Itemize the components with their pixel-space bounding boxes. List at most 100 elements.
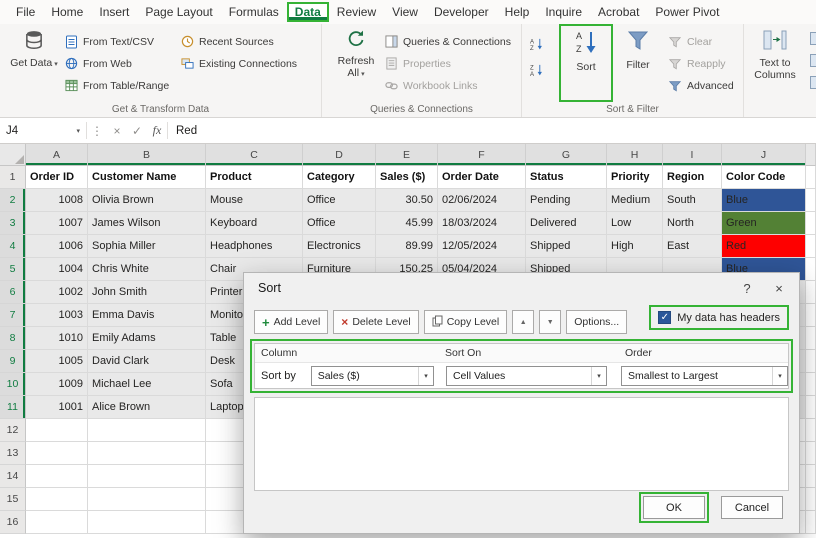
cell[interactable] xyxy=(806,442,816,465)
cell[interactable]: 1001 xyxy=(26,396,88,419)
cell[interactable]: Color Code xyxy=(722,166,806,189)
cell[interactable] xyxy=(88,465,206,488)
ok-button[interactable]: OK xyxy=(643,496,705,519)
tab-page-layout[interactable]: Page Layout xyxy=(137,2,220,22)
tab-insert[interactable]: Insert xyxy=(91,2,137,22)
enter-icon[interactable]: ✓ xyxy=(127,118,147,143)
tab-acrobat[interactable]: Acrobat xyxy=(590,2,647,22)
sort-za-button[interactable]: ZA xyxy=(530,59,544,80)
cell[interactable]: James Wilson xyxy=(88,212,206,235)
copy-level-button[interactable]: Copy Level xyxy=(424,310,508,334)
clear-filter-button[interactable]: Clear xyxy=(668,31,712,52)
cell[interactable]: Emily Adams xyxy=(88,327,206,350)
cell[interactable] xyxy=(26,419,88,442)
order-dropdown[interactable]: Smallest to Largest ▾ xyxy=(621,366,788,386)
column-header-G[interactable]: G xyxy=(526,144,607,166)
row-header-3[interactable]: 3 xyxy=(0,212,26,235)
cell[interactable] xyxy=(806,258,816,281)
sort-on-dropdown[interactable]: Cell Values ▾ xyxy=(446,366,607,386)
insert-function-icon[interactable]: fx xyxy=(147,118,167,143)
recent-sources-button[interactable]: Recent Sources xyxy=(180,31,274,52)
move-up-button[interactable]: ▲ xyxy=(512,310,534,334)
row-header-12[interactable]: 12 xyxy=(0,419,26,442)
data-validation-icon[interactable] xyxy=(810,76,816,89)
row-header-1[interactable]: 1 xyxy=(0,166,26,189)
cell[interactable] xyxy=(26,511,88,534)
get-data-button[interactable]: Get Data▾ xyxy=(8,29,60,97)
row-header-2[interactable]: 2 xyxy=(0,189,26,212)
tab-help[interactable]: Help xyxy=(497,2,538,22)
cell[interactable]: Pending xyxy=(526,189,607,212)
tab-developer[interactable]: Developer xyxy=(426,2,497,22)
cell[interactable]: High xyxy=(607,235,663,258)
cell[interactable] xyxy=(806,235,816,258)
cell[interactable]: 89.99 xyxy=(376,235,438,258)
close-icon[interactable]: × xyxy=(763,275,795,301)
cell[interactable]: Keyboard xyxy=(206,212,303,235)
tab-power-pivot[interactable]: Power Pivot xyxy=(647,2,727,22)
cell[interactable]: 18/03/2024 xyxy=(438,212,526,235)
cell[interactable]: Green xyxy=(722,212,806,235)
sort-dialog-titlebar[interactable]: Sort ? × xyxy=(244,273,799,303)
row-header-10[interactable]: 10 xyxy=(0,373,26,396)
cell[interactable]: Sales ($) xyxy=(376,166,438,189)
add-level-button[interactable]: + Add Level xyxy=(254,310,328,334)
cell[interactable]: 1008 xyxy=(26,189,88,212)
cell[interactable]: Category xyxy=(303,166,376,189)
column-header-C[interactable]: C xyxy=(206,144,303,166)
sort-az-button[interactable]: AZ xyxy=(530,33,544,54)
row-header-7[interactable]: 7 xyxy=(0,304,26,327)
text-to-columns-button[interactable]: Text to Columns xyxy=(746,29,804,97)
column-header-F[interactable]: F xyxy=(438,144,526,166)
cell[interactable]: Region xyxy=(663,166,722,189)
cell[interactable] xyxy=(806,281,816,304)
from-web-button[interactable]: From Web xyxy=(64,53,132,74)
cell[interactable]: Red xyxy=(722,235,806,258)
cell[interactable]: 1003 xyxy=(26,304,88,327)
row-header-5[interactable]: 5 xyxy=(0,258,26,281)
cell[interactable] xyxy=(806,396,816,419)
queries-connections-button[interactable]: Queries & Connections xyxy=(384,31,511,52)
from-text-csv-button[interactable]: From Text/CSV xyxy=(64,31,154,52)
cell[interactable]: David Clark xyxy=(88,350,206,373)
cell[interactable]: Status xyxy=(526,166,607,189)
cell[interactable]: Mouse xyxy=(206,189,303,212)
cell[interactable] xyxy=(806,212,816,235)
row-header-4[interactable]: 4 xyxy=(0,235,26,258)
name-box[interactable]: J4 ▾ xyxy=(0,118,86,143)
column-header-E[interactable]: E xyxy=(376,144,438,166)
tab-home[interactable]: Home xyxy=(43,2,91,22)
row-header-15[interactable]: 15 xyxy=(0,488,26,511)
cancel-button[interactable]: Cancel xyxy=(721,496,783,519)
cell[interactable]: Delivered xyxy=(526,212,607,235)
cell[interactable] xyxy=(88,511,206,534)
cell[interactable]: North xyxy=(663,212,722,235)
tab-file[interactable]: File xyxy=(8,2,43,22)
row-header-11[interactable]: 11 xyxy=(0,396,26,419)
cell[interactable]: Electronics xyxy=(303,235,376,258)
cell[interactable]: Office xyxy=(303,212,376,235)
help-icon[interactable]: ? xyxy=(731,275,763,301)
cell[interactable] xyxy=(806,373,816,396)
cell[interactable]: Olivia Brown xyxy=(88,189,206,212)
chevron-down-icon[interactable]: ▾ xyxy=(76,127,80,135)
cell[interactable]: 1002 xyxy=(26,281,88,304)
column-header-J[interactable]: J xyxy=(722,144,806,166)
cell[interactable]: Priority xyxy=(607,166,663,189)
formula-input[interactable]: Red xyxy=(168,118,816,143)
from-table-range-button[interactable]: From Table/Range xyxy=(64,75,169,96)
column-header-I[interactable]: I xyxy=(663,144,722,166)
cell[interactable] xyxy=(26,442,88,465)
cell[interactable]: Chris White xyxy=(88,258,206,281)
cell[interactable]: Customer Name xyxy=(88,166,206,189)
cell[interactable]: Michael Lee xyxy=(88,373,206,396)
cell[interactable]: 12/05/2024 xyxy=(438,235,526,258)
existing-connections-button[interactable]: Existing Connections xyxy=(180,53,297,74)
sort-button[interactable]: AZ Sort xyxy=(564,29,608,97)
cell[interactable]: Shipped xyxy=(526,235,607,258)
cell[interactable] xyxy=(88,419,206,442)
flash-fill-icon[interactable] xyxy=(810,32,816,45)
cell[interactable] xyxy=(26,488,88,511)
properties-button[interactable]: Properties xyxy=(384,53,451,74)
row-header-8[interactable]: 8 xyxy=(0,327,26,350)
